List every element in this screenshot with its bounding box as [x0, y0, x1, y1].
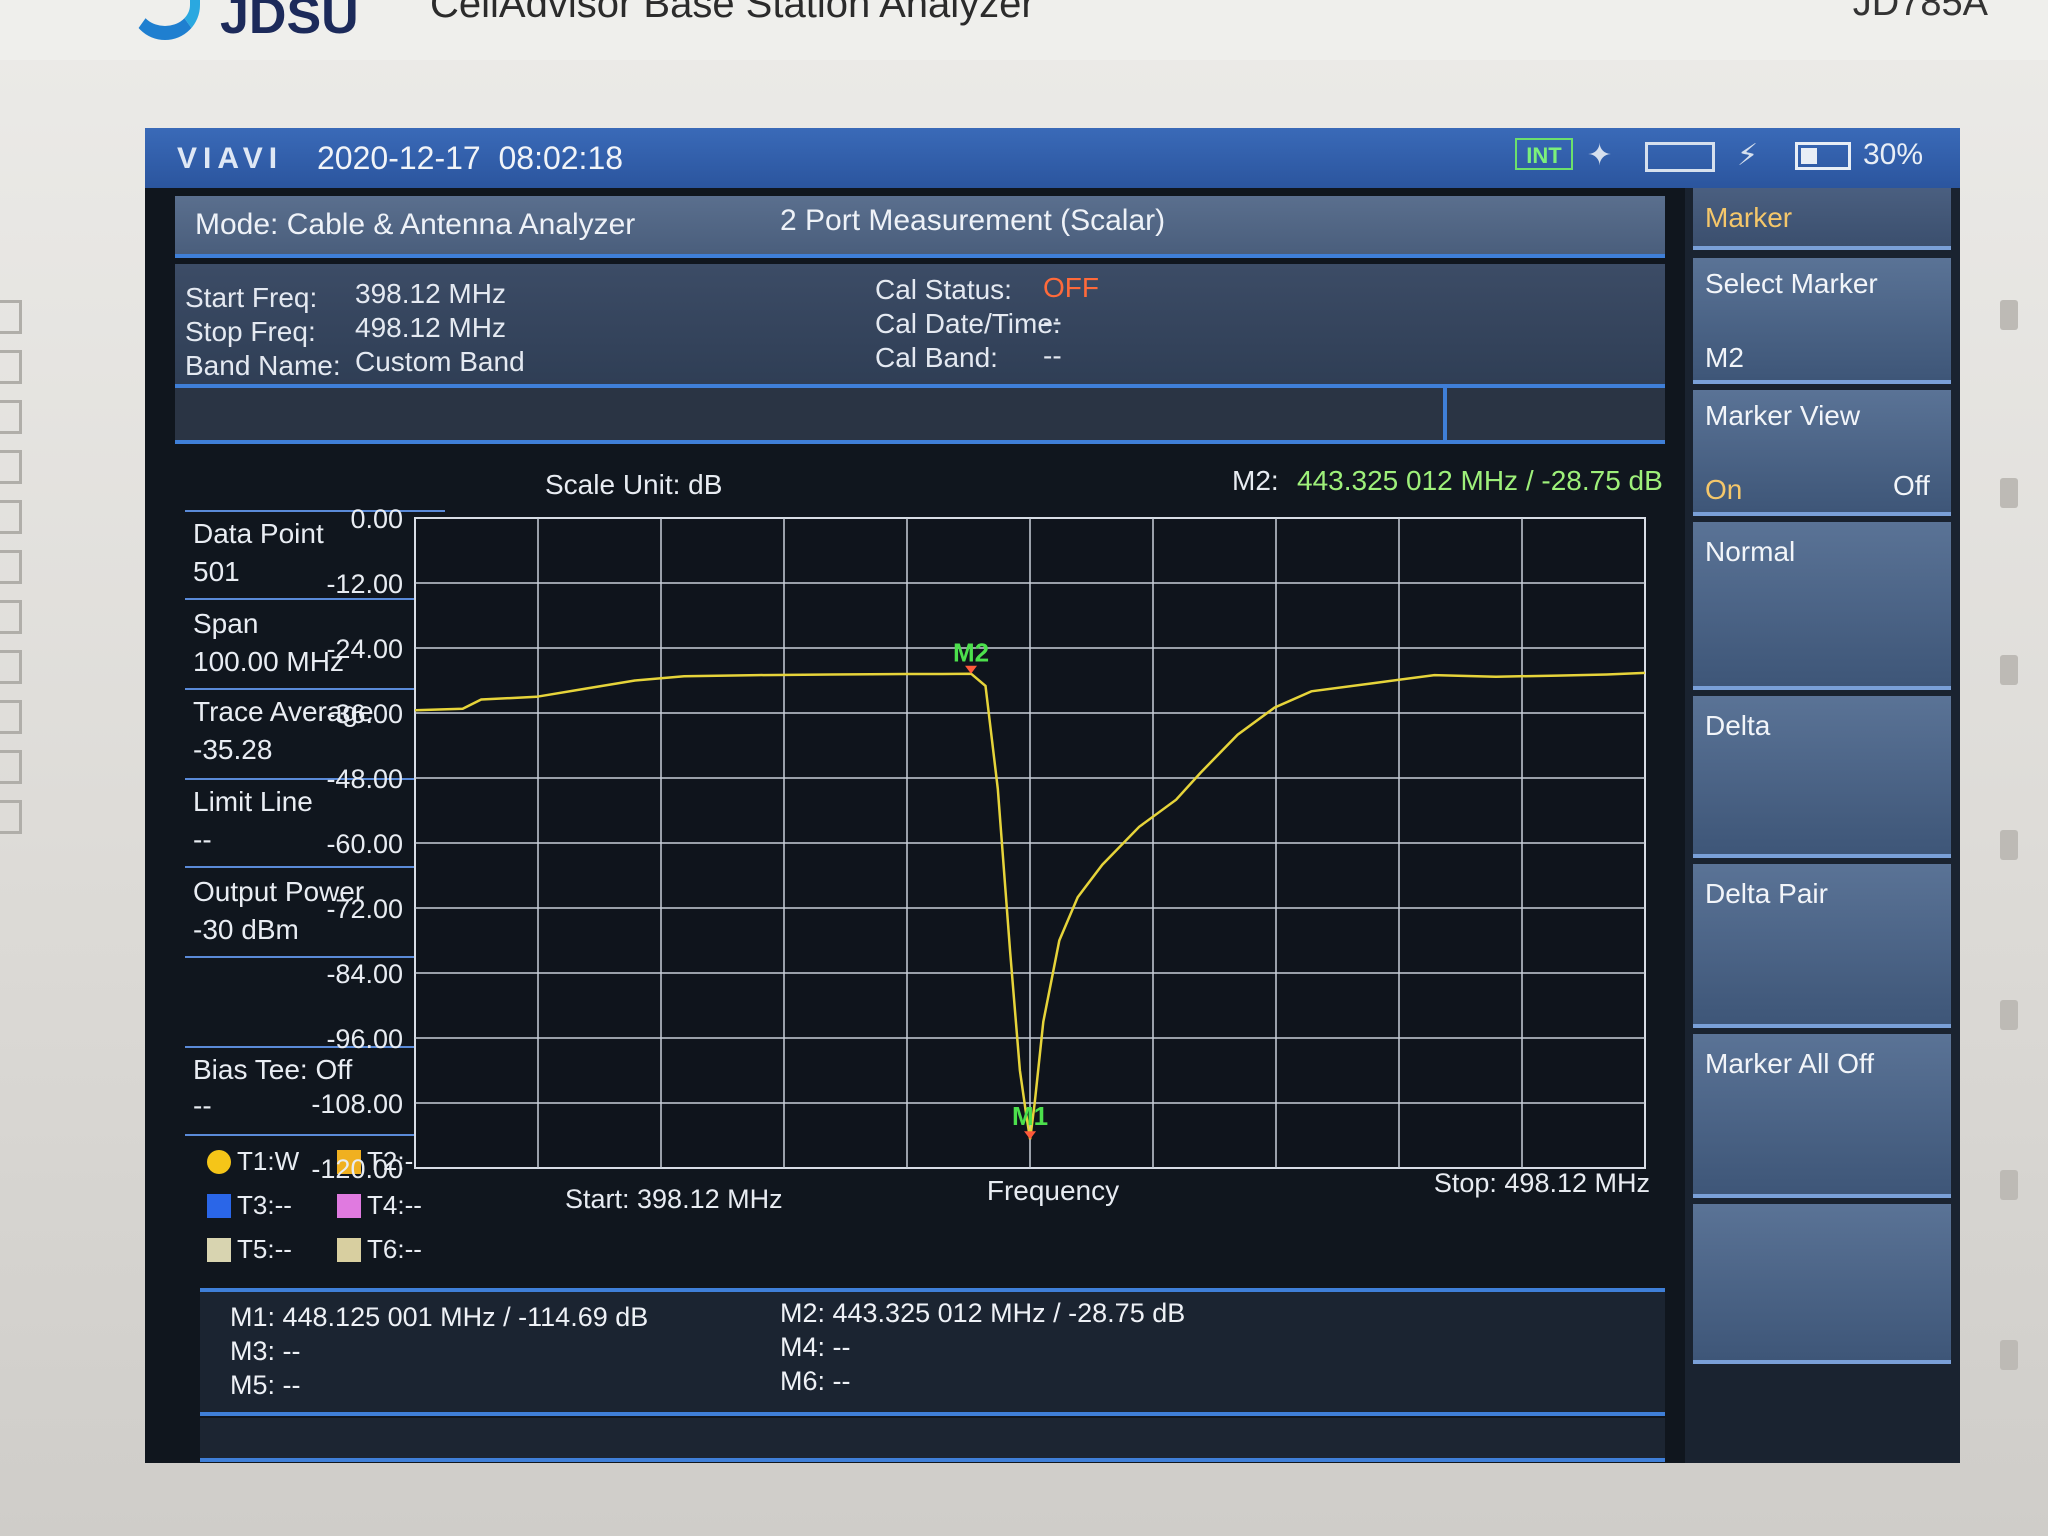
- softkey-title-label: Marker: [1705, 202, 1793, 233]
- trace-chart: 0.00 -12.00 -24.00 -36.00 -48.00 -60.00 -72.00…: [311, 465, 1663, 1214]
- select-marker-label: Select Marker: [1705, 268, 1878, 299]
- y-tick-labels: 0.00 -12.00 -24.00 -36.00 -48.00 -60.00 -72.00…: [311, 504, 403, 1184]
- y-tick-label: -12.00: [326, 569, 403, 599]
- y-tick-label: -36.00: [326, 699, 403, 729]
- marker-m1-label: M1: [1012, 1101, 1048, 1131]
- softkey-notch: [2000, 300, 2018, 330]
- marker-table: M1: 448.125 001 MHz / -114.69 dB M2: 443…: [200, 1288, 1665, 1416]
- chart-grid: [414, 517, 1646, 1169]
- marker-view-label: Marker View: [1705, 400, 1861, 431]
- marker-m5-readout: M5: --: [230, 1370, 301, 1400]
- normal-button[interactable]: Normal: [1693, 522, 1951, 690]
- y-tick-label: -48.00: [326, 764, 403, 794]
- marker-m1-readout: M1: 448.125 001 MHz / -114.69 dB: [230, 1302, 649, 1332]
- bezel-ridge: [0, 600, 22, 634]
- usb-icon: [1645, 142, 1715, 172]
- brand-name: JDSU: [220, 0, 359, 45]
- marker-m6-readout: M6: --: [780, 1366, 851, 1396]
- marker-view-off: Off: [1893, 470, 1930, 501]
- softkey-notch: [2000, 655, 2018, 685]
- y-tick-label: -24.00: [326, 634, 403, 664]
- status-date: 2020-12-17: [317, 140, 481, 176]
- softkey-title: Marker: [1693, 188, 1951, 250]
- y-tick-label: -60.00: [326, 829, 403, 859]
- y-tick-label: -120.00: [311, 1154, 403, 1184]
- marker-view-button[interactable]: Marker View On Off: [1693, 390, 1951, 516]
- select-marker-button[interactable]: Select Marker M2: [1693, 258, 1951, 384]
- delta-pair-label: Delta Pair: [1705, 878, 1828, 909]
- delta-label: Delta: [1705, 710, 1771, 741]
- power-plug-icon: ⚡: [1737, 138, 1759, 173]
- bezel-ridge: [0, 300, 22, 334]
- start-frequency-label: Start: 398.12 MHz: [565, 1184, 783, 1214]
- bezel-ridge: [0, 650, 22, 684]
- marker-all-off-label: Marker All Off: [1705, 1048, 1875, 1079]
- battery-icon: [1795, 142, 1851, 170]
- softkey-panel: Marker Select Marker M2 Marker View On O…: [1685, 188, 1960, 1463]
- model-number: JD785A: [1852, 0, 1988, 24]
- marker-m2-label: M2: [953, 638, 989, 668]
- softkey-notch: [2000, 478, 2018, 508]
- marker-readout-value: 443.325 012 MHz / -28.75 dB: [1297, 465, 1663, 496]
- delta-pair-button[interactable]: Delta Pair: [1693, 864, 1951, 1028]
- int-reference-icon: INT: [1515, 138, 1573, 170]
- x-axis-label: Frequency: [987, 1175, 1119, 1206]
- softkey-notch: [2000, 830, 2018, 860]
- y-tick-label: -72.00: [326, 894, 403, 924]
- gps-icon: ✦: [1587, 138, 1613, 173]
- main-panel: Mode: Cable & Antenna Analyzer 2 Port Me…: [145, 188, 1685, 1463]
- softkey-notch: [2000, 1000, 2018, 1030]
- analyzer-screen: VIAVI 2020-12-17 08:02:18 INT ✦ ⚡ 30% Mo…: [145, 128, 1960, 1463]
- brand-logo: [130, 0, 200, 40]
- marker-readout-label: M2:: [1232, 465, 1279, 496]
- bezel-ridge: [0, 550, 22, 584]
- bezel-ridge: [0, 350, 22, 384]
- y-tick-label: -84.00: [326, 959, 403, 989]
- bezel-ridge: [0, 700, 22, 734]
- softkey-notch: [2000, 1340, 2018, 1370]
- battery-percent: 30%: [1863, 138, 1924, 171]
- bezel-ridge: [0, 750, 22, 784]
- bezel-ridge: [0, 400, 22, 434]
- bezel-ridge: [0, 500, 22, 534]
- marker-m3-readout: M3: --: [230, 1336, 301, 1366]
- bottom-bar: [200, 1418, 1665, 1462]
- softkey-notch: [2000, 1170, 2018, 1200]
- product-name: CellAdvisor Base Station Analyzer: [430, 0, 1035, 26]
- viavi-logo: VIAVI: [177, 142, 284, 175]
- date-time: 2020-12-17 08:02:18: [317, 140, 623, 177]
- status-bar: VIAVI 2020-12-17 08:02:18 INT ✦ ⚡ 30%: [145, 128, 1960, 188]
- scale-unit-label: Scale Unit: dB: [545, 469, 722, 500]
- normal-label: Normal: [1705, 536, 1796, 567]
- delta-button[interactable]: Delta: [1693, 696, 1951, 858]
- y-tick-label: 0.00: [350, 504, 403, 534]
- y-tick-label: -96.00: [326, 1024, 403, 1054]
- device-header: JDSU CellAdvisor Base Station Analyzer J…: [0, 0, 2048, 60]
- select-marker-value: M2: [1705, 342, 1744, 373]
- marker-m4-readout: M4: --: [780, 1332, 851, 1362]
- bezel-ridge: [0, 800, 22, 834]
- marker-m2-readout: M2: 443.325 012 MHz / -28.75 dB: [780, 1298, 1186, 1328]
- marker-view-on: On: [1705, 474, 1743, 505]
- empty-softkey[interactable]: [1693, 1204, 1951, 1364]
- marker-all-off-button[interactable]: Marker All Off: [1693, 1034, 1951, 1198]
- status-time: 08:02:18: [498, 140, 624, 176]
- bezel-ridge: [0, 450, 22, 484]
- y-tick-label: -108.00: [311, 1089, 403, 1119]
- stop-frequency-label: Stop: 498.12 MHz: [1434, 1168, 1650, 1198]
